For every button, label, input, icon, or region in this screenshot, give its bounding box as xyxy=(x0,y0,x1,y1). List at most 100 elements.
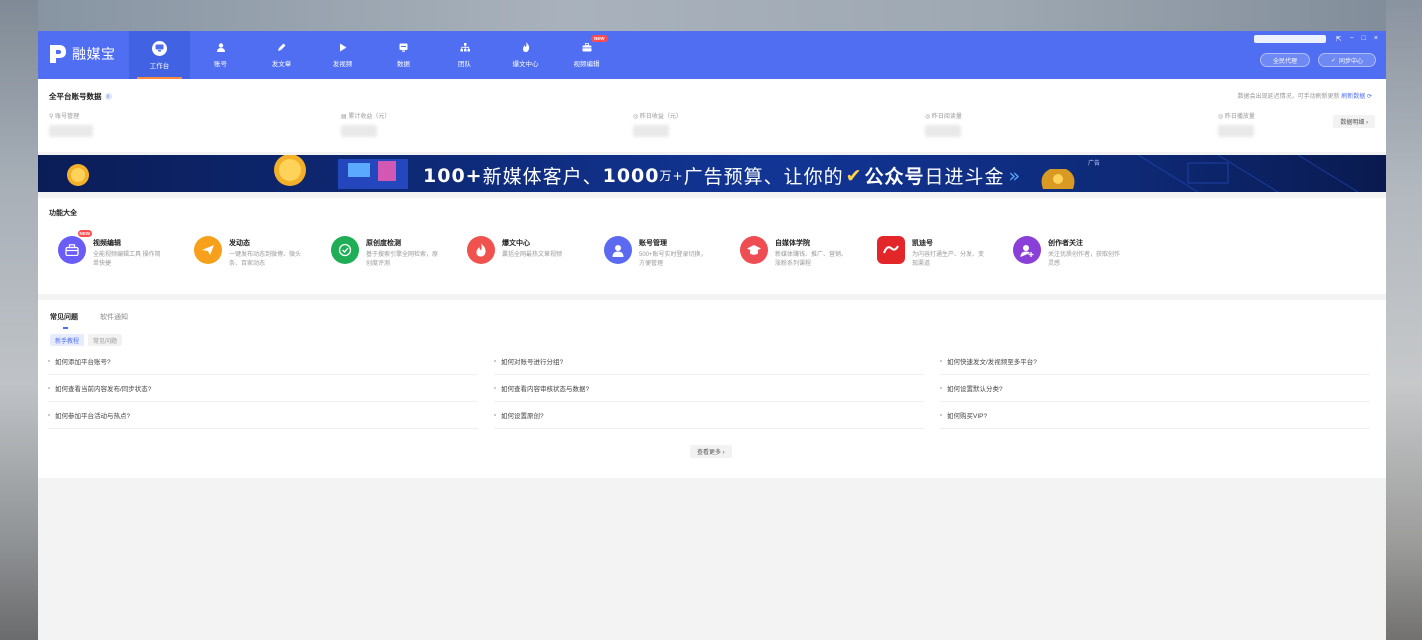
app-logo[interactable]: 融媒宝 xyxy=(48,43,116,65)
metric-yesterday-income: ◎ 昨日收益（元） xyxy=(633,111,682,137)
check-icon: ✓ xyxy=(1330,57,1336,64)
banner-part: 公众号 xyxy=(864,166,925,188)
desktop-background-top xyxy=(0,0,1422,31)
feature-name: 发动态 xyxy=(229,240,250,247)
main-nav: 工作台 账号 发文章 发视频 数据 团队 爆文中心 NEW 视频编辑 xyxy=(129,31,617,79)
feature-desc: 全能视频编辑工具 操作简单快捷 xyxy=(93,252,161,267)
metric-label: 昨日播放量 xyxy=(1224,114,1255,120)
feature-account-management[interactable]: 账号管理 500+账号实时登录切换，方便管理 xyxy=(604,236,734,269)
faq-question[interactable]: 如何查看内容审核状态与数据? xyxy=(494,375,924,402)
tab-faq[interactable]: 常见问题 xyxy=(50,312,78,329)
sync-center-button[interactable]: ✓ 同步中心 xyxy=(1317,53,1376,67)
pin-window-icon[interactable]: ⇱ xyxy=(1336,35,1342,43)
nav-label: 团队 xyxy=(458,61,471,68)
feature-post-dynamic[interactable]: 发动态 一键发布动态到微博、微头条、百家动态 xyxy=(194,236,324,269)
tab-software-notice[interactable]: 软件通知 xyxy=(100,312,128,322)
nav-label: 发文章 xyxy=(271,61,292,68)
feature-desc: 基于搜索引擎全网检索，原创度评测 xyxy=(366,252,439,267)
search-icon: ⚲ xyxy=(49,114,54,120)
logo-mark-icon xyxy=(48,43,68,65)
feature-originality-check[interactable]: 原创度检测 基于搜索引擎全网检索，原创度评测 xyxy=(331,236,461,269)
agent-button[interactable]: 全民代理 xyxy=(1259,53,1310,67)
feature-video-edit[interactable]: NEW 视频编辑 全能视频编辑工具 操作简单快捷 xyxy=(58,230,188,269)
stats-title-text: 全平台账号数据 xyxy=(49,92,102,101)
faq-subtabs: 新手教程 常见问题 xyxy=(50,334,123,346)
nav-article[interactable]: 发文章 xyxy=(251,31,312,79)
fire-icon xyxy=(521,42,531,52)
faq-question[interactable]: 如何参加平台活动与热点? xyxy=(48,402,478,429)
feature-name: 账号管理 xyxy=(639,240,667,247)
toolbox-icon xyxy=(582,42,592,52)
faq-question[interactable]: 如何快速发文/发视频至多平台? xyxy=(940,348,1370,375)
info-icon[interactable]: i xyxy=(104,93,112,100)
refresh-icon[interactable]: ⟳ xyxy=(1367,94,1372,100)
metric-total-income: ▤ 累计收益（元） xyxy=(341,111,390,137)
play-icon xyxy=(338,42,348,52)
feature-media-academy[interactable]: 自媒体学院 新媒体赚钱、推广、营销、涨粉系列课程 xyxy=(740,236,870,269)
metric-account-management[interactable]: ⚲ 账号管理 xyxy=(49,111,93,137)
refresh-data-link[interactable]: 刷新数据 xyxy=(1341,94,1365,100)
faq-question[interactable]: 如何对账号进行分组? xyxy=(494,348,924,375)
monitor-icon xyxy=(152,40,167,56)
ad-banner[interactable]: 100+ 新媒体客户、 1000 万+ 广告预算、让你的 ✔ 公众号 日进斗金 … xyxy=(38,155,1386,192)
banner-part: 100+ xyxy=(423,164,483,187)
metric-value-blurred xyxy=(341,125,377,137)
header-actions: 全民代理 ✓ 同步中心 xyxy=(1259,53,1376,67)
banner-slogan: 100+ 新媒体客户、 1000 万+ 广告预算、让你的 ✔ 公众号 日进斗金 … xyxy=(423,162,1021,189)
faq-question[interactable]: 如何购买VIP? xyxy=(940,402,1370,429)
nav-account[interactable]: 账号 xyxy=(190,31,251,79)
nav-video-edit[interactable]: NEW 视频编辑 xyxy=(556,31,617,79)
sync-label: 同步中心 xyxy=(1338,58,1363,65)
user-icon xyxy=(216,42,226,52)
eye-icon: ◎ xyxy=(925,114,931,120)
nav-data[interactable]: 数据 xyxy=(373,31,434,79)
metric-label: 账号管理 xyxy=(55,114,80,120)
nav-workbench[interactable]: 工作台 xyxy=(129,31,190,79)
graduation-cap-icon xyxy=(740,236,768,264)
nav-hot-articles[interactable]: 爆文中心 xyxy=(495,31,556,79)
user-add-icon xyxy=(1013,236,1041,264)
feature-name: 创作者关注 xyxy=(1048,240,1083,247)
window-controls: ⇱ − □ × xyxy=(1336,35,1378,43)
refresh-note: 数据会出现延迟情况，可手动刷新更新 刷新数据 ⟳ xyxy=(1238,91,1372,100)
check-circle-icon xyxy=(331,236,359,264)
nav-label: 爆文中心 xyxy=(512,61,539,68)
feature-creator-follow[interactable]: 创作者关注 关注优质创作者，获取创作灵感 xyxy=(1013,236,1143,269)
nav-label: 数据 xyxy=(397,61,410,68)
toolbox-icon: NEW xyxy=(58,230,92,264)
subtab-common-questions[interactable]: 常见问题 xyxy=(88,334,123,346)
feature-hot-articles[interactable]: 爆文中心 囊括全网最热文章视频 xyxy=(467,236,597,264)
feature-desc: 500+账号实时登录切换，方便管理 xyxy=(639,252,707,267)
banner-part: 1000 xyxy=(602,164,660,187)
wallet-icon: ▤ xyxy=(341,114,347,120)
data-detail-button[interactable]: 数据明细 › xyxy=(1333,115,1375,128)
faq-question[interactable]: 如何设置默认分类? xyxy=(940,375,1370,402)
metric-label: 昨日阅读量 xyxy=(931,114,962,120)
double-chevron-icon: » xyxy=(1008,164,1022,187)
platform-stats-card: 全平台账号数据 i 数据会出现延迟情况，可手动刷新更新 刷新数据 ⟳ ⚲ 账号管… xyxy=(38,79,1386,152)
agent-label: 全民代理 xyxy=(1272,58,1297,65)
metric-value-blurred xyxy=(633,125,669,137)
maximize-icon[interactable]: □ xyxy=(1362,35,1366,43)
faq-question[interactable]: 如何设置原创? xyxy=(494,402,924,429)
subtab-beginner-tutorial[interactable]: 新手教程 xyxy=(50,334,85,346)
faq-question[interactable]: 如何添加平台账号? xyxy=(48,348,478,375)
view-more-button[interactable]: 查看更多 › xyxy=(690,445,732,458)
faq-question[interactable]: 如何查看当前内容发布/同步状态? xyxy=(48,375,478,402)
feature-desc: 囊括全网最热文章视频 xyxy=(502,252,563,258)
app-name: 融媒宝 xyxy=(72,47,116,63)
minimize-icon[interactable]: − xyxy=(1350,35,1354,43)
top-header: 融媒宝 工作台 账号 发文章 发视频 数据 团队 爆文中心 NEW 视频编辑 ⇱… xyxy=(38,31,1386,79)
user-info-blurred[interactable] xyxy=(1254,35,1326,43)
nav-video[interactable]: 发视频 xyxy=(312,31,373,79)
close-icon[interactable]: × xyxy=(1374,35,1378,43)
feature-kaidi[interactable]: 凯迪号 为内容打通生产、分发、变现渠道 xyxy=(877,236,1007,269)
metric-yesterday-reads: ◎ 昨日阅读量 xyxy=(925,111,962,137)
nav-label: 工作台 xyxy=(149,62,170,70)
desktop-background-right xyxy=(1386,0,1422,640)
ad-tag: 广告 xyxy=(1088,161,1101,167)
chart-icon xyxy=(399,42,409,52)
feature-name: 自媒体学院 xyxy=(775,240,810,247)
nav-team[interactable]: 团队 xyxy=(434,31,495,79)
kaidi-logo-icon xyxy=(877,236,905,264)
